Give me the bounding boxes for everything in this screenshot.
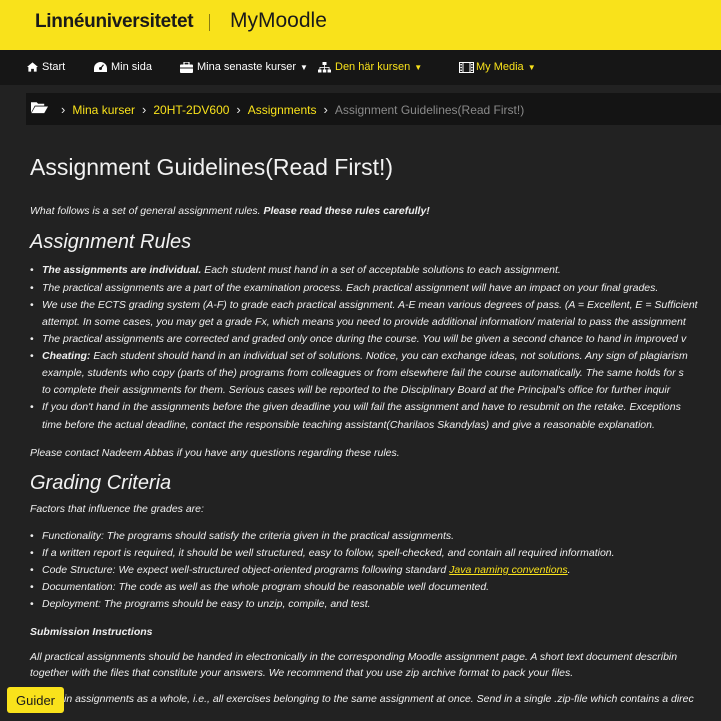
list-item: • Deployment: The programs should be easy… xyxy=(30,598,371,610)
list-item: • We use the ECTS grading system (A-F) to… xyxy=(30,299,698,311)
folder-open-icon[interactable] xyxy=(31,101,48,114)
nav-start[interactable]: Start xyxy=(27,61,65,73)
list-item-continuation: example, students who copy (parts of the… xyxy=(42,367,684,379)
nav-my-media-label: My Media xyxy=(476,61,524,73)
submission-heading: Submission Instructions xyxy=(30,626,153,638)
nav-recent-courses[interactable]: Mina senaste kurser ▼ xyxy=(180,61,308,73)
breadcrumb: › Mina kurser › 20HT-2DV600 › Assignment… xyxy=(26,93,721,125)
list-item: • The practical assignments are corrected… xyxy=(30,333,687,345)
submission-text-2: together with the files that constitute … xyxy=(30,667,574,679)
breadcrumb-my-courses[interactable]: Mina kurser xyxy=(72,103,135,117)
site-header: Linnéuniversitetet MyMoodle xyxy=(0,0,721,50)
list-item: • Code Structure: We expect well-structur… xyxy=(30,564,571,576)
submission-text-3: in assignments as a whole, i.e., all exe… xyxy=(64,693,694,705)
period: . xyxy=(567,564,571,576)
nav-my-page[interactable]: Min sida xyxy=(94,61,152,73)
main-navbar: Start Min sida Mina senaste kurser ▼ Den… xyxy=(0,50,721,85)
chevron-down-icon: ▼ xyxy=(527,62,536,72)
rule-text: Each student must hand in a set of accep… xyxy=(201,264,561,276)
briefcase-icon xyxy=(180,61,193,73)
breadcrumb-separator: › xyxy=(323,102,328,117)
nav-start-label: Start xyxy=(42,61,66,73)
intro-bold: Please read these rules carefully! xyxy=(263,205,430,217)
list-item: • Cheating: Each student should hand in a… xyxy=(30,350,688,362)
breadcrumb-items: › Mina kurser › 20HT-2DV600 › Assignment… xyxy=(54,102,524,117)
nav-this-course[interactable]: Den här kursen ▼ xyxy=(318,61,422,73)
rules-heading: Assignment Rules xyxy=(30,231,192,253)
criterion-text: Deployment: The programs should be easy … xyxy=(42,598,371,610)
submission-text-1: All practical assignments should be hand… xyxy=(30,651,678,663)
list-item: • The practical assignments are a part of… xyxy=(30,282,659,294)
rule-text: Each student should hand in an individua… xyxy=(90,350,688,362)
grading-intro: Factors that influence the grades are: xyxy=(30,503,204,515)
list-item: • If a written report is required, it sho… xyxy=(30,547,615,559)
nav-this-course-label: Den här kursen xyxy=(335,61,411,73)
rule-text: We use the ECTS grading system (A-F) to … xyxy=(42,299,698,311)
home-icon xyxy=(27,62,38,72)
breadcrumb-course[interactable]: 20HT-2DV600 xyxy=(153,103,229,117)
list-item-continuation: to complete their assignments for them. … xyxy=(42,384,671,396)
contact-text: Please contact Nadeem Abbas if you have … xyxy=(30,447,400,459)
criterion-text: Code Structure: We expect well-structure… xyxy=(42,564,450,576)
criterion-text: Functionality: The programs should satis… xyxy=(42,530,455,542)
rule-bold: Cheating: xyxy=(42,350,91,362)
list-item: • Documentation: The code as well as the … xyxy=(30,581,490,593)
rule-text: The practical assignments are corrected … xyxy=(42,333,687,345)
rule-text: If you don't hand in the assignments bef… xyxy=(42,401,681,413)
chevron-down-icon: ▼ xyxy=(300,62,308,72)
list-item: • Functionality: The programs should sati… xyxy=(30,530,455,542)
university-logo[interactable]: Linnéuniversitetet xyxy=(35,11,194,33)
breadcrumb-current: Assignment Guidelines(Read First!) xyxy=(334,102,525,117)
chevron-down-icon: ▼ xyxy=(414,62,423,72)
intro-normal: What follows is a set of general assignm… xyxy=(30,205,264,217)
breadcrumb-assignments[interactable]: Assignments xyxy=(248,103,317,117)
page-title: Assignment Guidelines(Read First!) xyxy=(30,154,394,180)
header-divider xyxy=(209,14,210,31)
list-item-continuation: attempt. In some cases, you may get a gr… xyxy=(42,316,686,328)
sitemap-icon xyxy=(318,61,331,72)
criterion-text: If a written report is required, it shou… xyxy=(42,547,615,559)
list-item: • If you don't hand in the assignments be… xyxy=(30,401,681,413)
grading-heading: Grading Criteria xyxy=(30,472,172,494)
intro-text: What follows is a set of general assignm… xyxy=(30,205,430,217)
nav-my-media[interactable]: My Media ▼ xyxy=(459,61,536,73)
app-name[interactable]: MyMoodle xyxy=(230,9,327,33)
rule-text: The practical assignments are a part of … xyxy=(42,282,659,294)
nav-my-page-label: Min sida xyxy=(111,61,152,73)
java-naming-conventions-link[interactable]: Java naming conventions xyxy=(449,564,568,576)
guider-button[interactable]: Guider xyxy=(7,687,64,713)
breadcrumb-separator: › xyxy=(61,102,66,117)
list-item-continuation: time before the actual deadline, contact… xyxy=(42,419,655,431)
breadcrumb-separator: › xyxy=(236,102,241,117)
list-item: • The assignments are individual. Each st… xyxy=(30,264,561,276)
breadcrumb-separator: › xyxy=(142,102,147,117)
dashboard-icon xyxy=(94,62,107,72)
criterion-text: Documentation: The code as well as the w… xyxy=(42,581,490,593)
nav-recent-courses-label: Mina senaste kurser xyxy=(197,61,297,73)
film-icon xyxy=(459,61,474,73)
rule-bold: The assignments are individual. xyxy=(42,264,202,276)
